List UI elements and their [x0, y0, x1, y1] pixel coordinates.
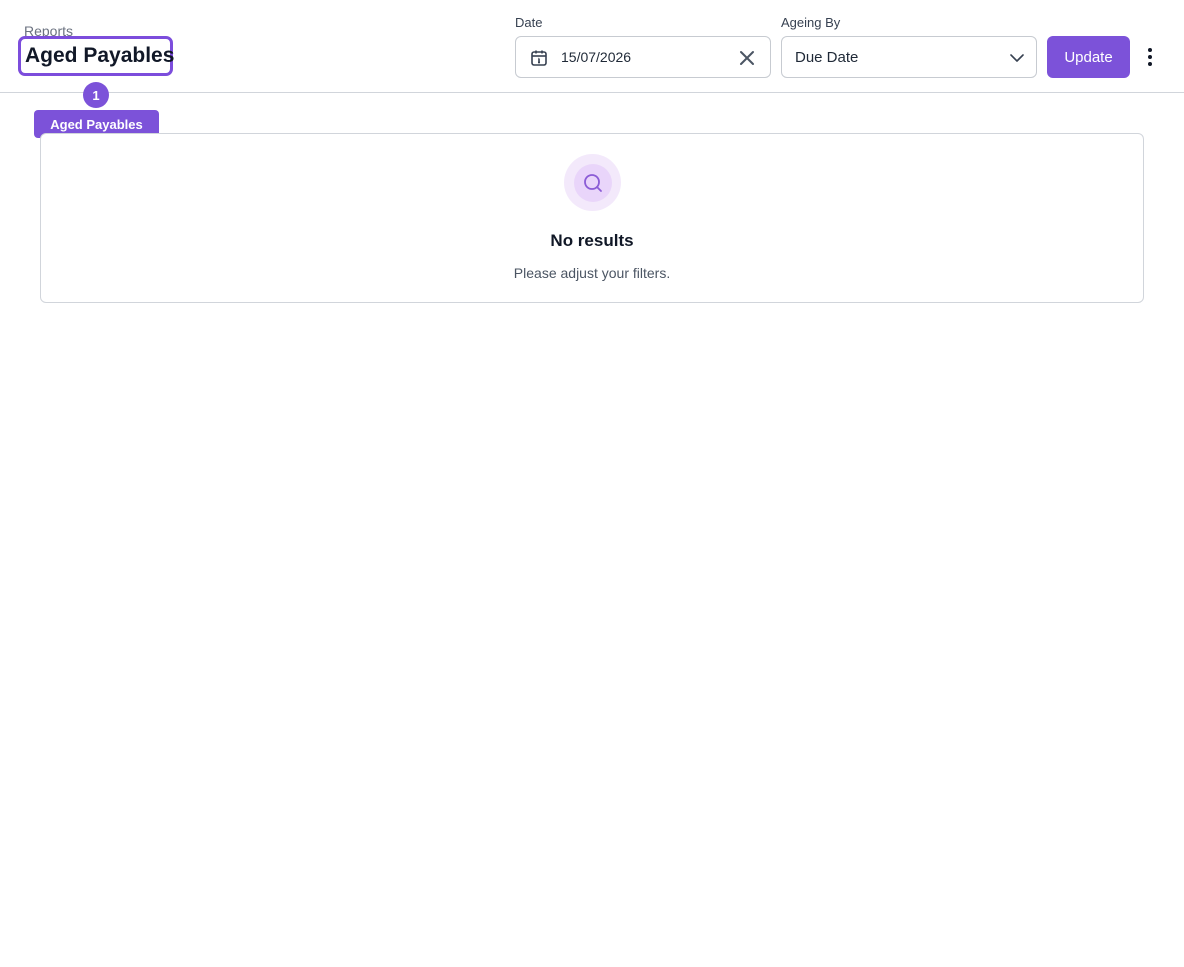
more-dot — [1148, 55, 1152, 59]
update-button[interactable]: Update — [1047, 36, 1130, 78]
empty-state-card: No results Please adjust your filters. — [40, 133, 1144, 303]
date-label: Date — [515, 15, 543, 30]
more-vertical-icon[interactable] — [1140, 44, 1160, 70]
close-icon[interactable] — [737, 48, 757, 68]
empty-state-icon-circle — [564, 154, 621, 211]
annotation-badge: 1 — [83, 82, 109, 108]
empty-state-title: No results — [550, 231, 634, 250]
more-dot — [1148, 48, 1152, 52]
ageing-by-select[interactable]: Due Date — [781, 36, 1037, 78]
more-dot — [1148, 62, 1152, 66]
ageing-by-label: Ageing By — [781, 15, 841, 30]
page-title-highlight: Aged Payables — [18, 36, 175, 76]
page-header: Reports Aged Payables Date 15/07/2026 Ag… — [0, 0, 1184, 93]
page-title: Aged Payables — [25, 44, 175, 67]
search-icon — [583, 173, 602, 192]
chevron-down-icon[interactable] — [1008, 49, 1026, 67]
ageing-by-value[interactable]: Due Date — [795, 49, 858, 66]
date-field[interactable]: 15/07/2026 — [515, 36, 771, 78]
date-value[interactable]: 15/07/2026 — [561, 49, 631, 65]
empty-state-subtitle: Please adjust your filters. — [513, 265, 671, 281]
calendar-icon[interactable] — [529, 48, 549, 68]
page: Reports Aged Payables Date 15/07/2026 Ag… — [0, 0, 1184, 967]
